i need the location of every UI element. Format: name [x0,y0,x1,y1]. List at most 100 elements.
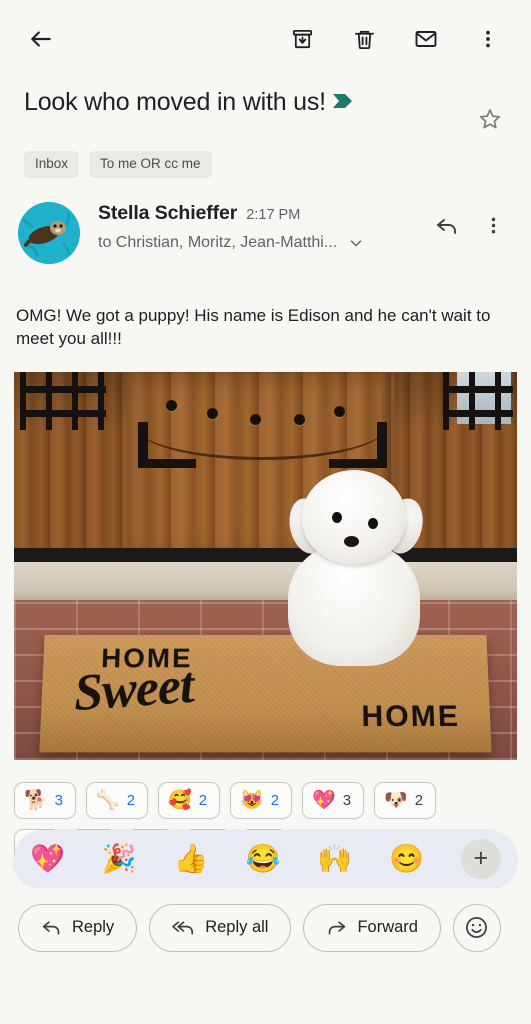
reaction-emoji-smiling-face-with-hearts: 🥰 [168,789,192,811]
reaction-chip-row-1: 🐕 3 🦴 2 🥰 2 😻 2 💖 3 🐶 2 [14,781,517,819]
reply-button[interactable]: Reply [18,903,138,952]
label-chip-to-me[interactable]: To me OR cc me [89,151,212,178]
envelope-icon [414,27,438,51]
subject-row: Look who moved in with us! [24,86,509,138]
subject-text: Look who moved in with us! [24,88,326,116]
back-arrow-icon [28,26,54,52]
door-hinge-right [329,458,387,468]
picker-emoji-face-with-tears-of-joy[interactable]: 😂 [245,844,280,873]
reaction-count: 3 [54,791,64,809]
attachment-image[interactable]: HOME Sweet HOME [14,371,517,760]
forward-icon [326,917,347,938]
grill-bar-left-2 [20,409,106,417]
delete-button[interactable] [341,16,387,62]
top-toolbar [0,0,531,78]
picker-emoji-raising-hands[interactable]: 🙌 [317,844,352,873]
doormat-text-sweet: Sweet [73,656,195,722]
picker-emoji-smiling-face[interactable]: 😊 [389,844,424,873]
star-button[interactable] [471,100,509,138]
reaction-chip-bone[interactable]: 🦴 2 [86,781,149,819]
window-grill-left [20,371,106,430]
message-more-button[interactable] [473,206,513,246]
message-actions [427,200,513,246]
reply-icon [41,917,62,938]
reaction-chip-dog-face[interactable]: 🐶 2 [374,781,437,819]
grill-bar-left-1 [20,385,106,393]
reply-all-button[interactable]: Reply all [149,903,292,952]
more-options-button[interactable] [465,16,511,62]
star-icon [478,107,502,131]
message-body: OMG! We got a puppy! His name is Edison … [16,305,491,348]
puppy-eye-left [332,511,342,523]
chevron-down-icon[interactable] [347,234,365,252]
grill-bar-right-2 [443,409,513,417]
back-button[interactable] [18,16,64,62]
door-stud [334,405,345,417]
doormat: HOME Sweet HOME [39,634,492,752]
subject-block: Look who moved in with us! Inbox To me O… [0,78,531,178]
door-stud [250,413,261,425]
bottom-action-bar: Reply Reply all Forward [0,888,531,972]
archive-icon [291,28,314,51]
reaction-chip-sparkling-heart[interactable]: 💖 3 [302,781,365,819]
reaction-emoji-bone: 🦴 [96,789,120,811]
mark-unread-button[interactable] [403,16,449,62]
picker-more-emoji-button[interactable]: + [460,838,501,879]
avatar[interactable] [18,201,80,264]
sender-info: Stella Schieffer 2:17 PM to Christian, M… [80,200,427,252]
puppy-nose [344,535,359,547]
reaction-chip-dog[interactable]: 🐕 3 [14,781,77,819]
concrete-step [14,561,517,602]
reaction-emoji-dog: 🐕 [24,789,48,811]
puppy [284,469,429,666]
reaction-emoji-dog-face: 🐶 [384,789,408,811]
more-vertical-icon [483,215,504,236]
smiley-face-icon [464,915,489,940]
emoji-picker-bar: 💖 🎉 👍 😂 🙌 😊 + [14,829,517,888]
toolbar-actions [279,16,511,62]
label-chips: Inbox To me OR cc me [24,151,509,178]
email-detail-screen: Look who moved in with us! Inbox To me O… [0,0,531,1024]
sea-otter-avatar-icon [18,201,80,264]
door-hinge-left [138,458,196,468]
more-vertical-icon [477,28,499,50]
grill-bar-right-1 [443,385,513,393]
reactions-area: 🐕3🦴2🥰2😻2💖3🐶2 🥇🍕💧🦋😐 💖 🎉 👍 😂 🙌 😊 + [0,781,531,888]
picker-emoji-sparkling-heart[interactable]: 💖 [30,844,65,873]
reaction-count: 3 [342,791,352,809]
door-hinge-right-vertical [377,421,387,460]
reaction-count: 2 [198,791,208,809]
puppy-eye-right [368,517,378,529]
sender-row: Stella Schieffer 2:17 PM to Christian, M… [0,178,531,264]
forward-button[interactable]: Forward [303,903,441,952]
sender-name[interactable]: Stella Schieffer [98,202,237,225]
importance-chevron-icon[interactable] [332,92,354,110]
recipients-row[interactable]: to Christian, Moritz, Jean-Matthi... [98,234,427,252]
picker-emoji-party-popper[interactable]: 🎉 [102,844,137,873]
page-title: Look who moved in with us! [24,86,471,119]
sender-name-row: Stella Schieffer 2:17 PM [98,202,427,225]
reaction-count: 2 [414,791,424,809]
trash-icon [353,28,376,51]
reaction-count: 2 [126,791,136,809]
reaction-chip-heart-eyes-cat[interactable]: 😻 2 [230,781,293,819]
add-reaction-button[interactable] [452,903,501,952]
puppy-doormat-photo: HOME Sweet HOME [14,371,517,760]
reaction-count: 2 [270,791,280,809]
archive-button[interactable] [279,16,325,62]
reaction-chip-smiling-face-with-hearts[interactable]: 🥰 2 [158,781,221,819]
label-chip-inbox[interactable]: Inbox [24,151,80,178]
door-stud [166,399,177,411]
message-timestamp: 2:17 PM [246,206,301,223]
reply-all-icon [172,917,195,938]
reply-arrow-icon [435,214,459,238]
door-stud [294,413,305,425]
window-grill-right [443,371,513,430]
reply-button-label: Reply [72,918,115,936]
reply-all-button-label: Reply all [205,918,269,936]
picker-emoji-thumbs-up[interactable]: 👍 [174,844,209,873]
door-stud [207,407,218,419]
message-reply-button[interactable] [427,206,467,246]
forward-button-label: Forward [357,918,418,936]
doormat-text-home-bottom: HOME [361,699,461,733]
